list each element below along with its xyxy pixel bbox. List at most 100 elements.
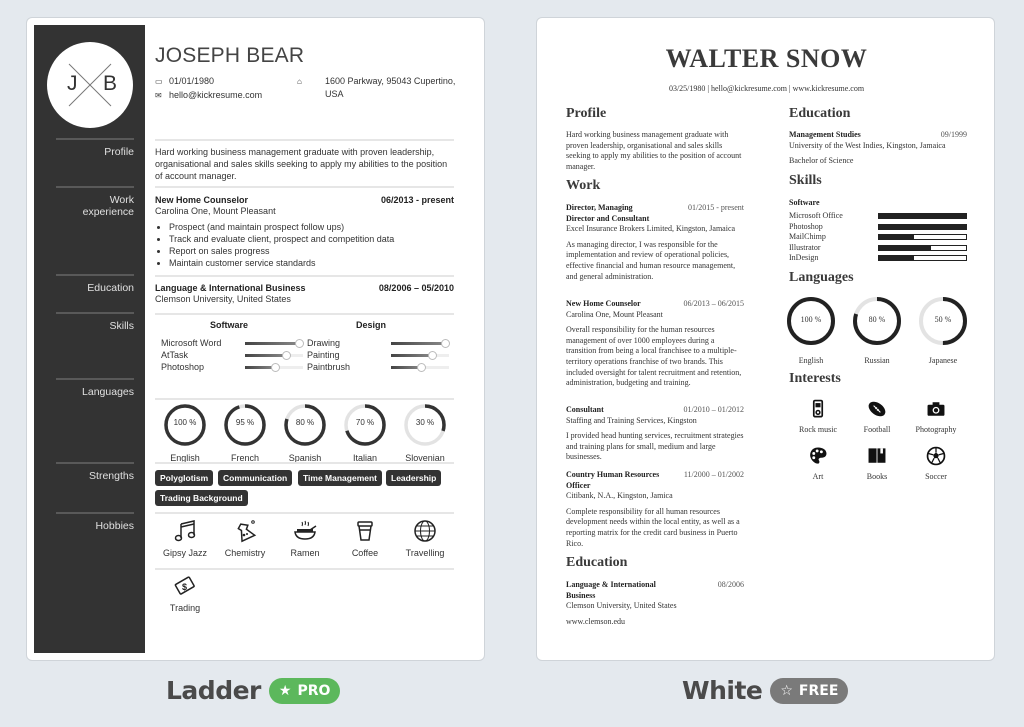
work-entry: New Home Counselor 06/2013 - present Car…: [155, 195, 454, 216]
skill-level-fill: [879, 224, 966, 229]
skill-level-knob: [416, 363, 426, 372]
skill-level-bar: [878, 223, 967, 230]
hobby-item: Gipsy Jazz: [155, 518, 215, 558]
strength-tag: Trading Background: [155, 490, 248, 506]
work-title: Consultant: [566, 405, 604, 414]
template-name: Ladder: [166, 676, 261, 705]
hobby-name: Coffee: [351, 548, 379, 558]
divider: [155, 186, 454, 188]
work-bullet: Maintain customer service standards: [169, 257, 394, 269]
divider: [155, 398, 454, 400]
work-entry: Consultant 01/2010 – 01/2012 Staffing and …: [566, 405, 744, 463]
skill-level-fill: [391, 342, 445, 345]
initial-last: B: [103, 72, 118, 95]
language-percent: 80 %: [295, 418, 315, 427]
skill-name: AtTask: [161, 350, 189, 360]
book-icon: [868, 448, 886, 463]
work-bullets: Prospect (and maintain prospect follow u…: [169, 221, 394, 269]
skill-level-fill: [391, 354, 432, 357]
pro-badge: ★ PRO: [268, 677, 341, 704]
hobby-item: Travelling: [395, 518, 455, 558]
language-item: 95 % French: [223, 403, 267, 463]
hobby-item: Chemistry: [215, 518, 275, 558]
language-item: 30 % Slovenian: [403, 403, 447, 463]
work-title: Director, Managing Director and Consulta…: [566, 203, 650, 223]
soccer-ball-icon: [926, 446, 946, 466]
education-school: University of the West Indies, Kingston,…: [789, 140, 946, 150]
skill-name: Painting: [307, 350, 340, 360]
language-percent: 95 %: [235, 418, 255, 427]
free-badge: ☆ FREE: [770, 677, 849, 704]
language-percent: 30 %: [415, 418, 435, 427]
profile-text: Hard working business management graduat…: [566, 130, 742, 171]
language-percent: 50 %: [934, 315, 952, 324]
camera-icon: [927, 402, 945, 416]
skill-level-knob: [270, 363, 280, 372]
work-company: Carolina One, Mount Pleasant: [155, 206, 276, 216]
hobby-item: Coffee: [335, 518, 395, 558]
template-card-white[interactable]: WALTER SNOW 03/25/1980 | hello@kickresum…: [536, 17, 995, 661]
work-company: Carolina One, Mount Pleasant: [566, 309, 663, 319]
skill-level-bar: [878, 255, 967, 262]
svg-text:$: $: [182, 582, 187, 592]
birthdate: ▭ 01/01/1980: [155, 76, 215, 86]
sidebar-section-languages: Languages: [56, 378, 134, 398]
hobby-name: Chemistry: [224, 548, 266, 558]
star-filled-icon: ★: [278, 682, 292, 699]
skill-level-knob: [441, 339, 450, 348]
education-dates: 08/2006 – 05/2010: [378, 283, 454, 293]
calendar-icon: ▭: [155, 77, 163, 86]
language-percent: 80 %: [868, 315, 886, 324]
caption-ladder[interactable]: Ladder ★ PRO: [166, 676, 341, 705]
language-item: 80 % Spanish: [283, 403, 327, 463]
skill-name: Photoshop: [789, 221, 823, 231]
language-item: 100 % English: [786, 296, 836, 365]
education-entry-left: Language & International Business 08/200…: [566, 580, 744, 627]
education-entry-right: Management Studies 09/1999 University of…: [789, 130, 967, 167]
skills-group-heading: Design: [356, 320, 387, 330]
skill-level-knob: [427, 351, 437, 360]
flask-icon: [237, 520, 257, 543]
skill-level-bar: [878, 213, 967, 219]
resume-name: JOSEPH BEAR: [155, 44, 305, 67]
work-bullet: Prospect (and maintain prospect follow u…: [169, 221, 394, 233]
sidebar-section-strengths: Strengths: [56, 462, 134, 482]
template-name: White: [682, 676, 763, 705]
strength-tag: Communication: [218, 470, 293, 486]
hobby-name: Gipsy Jazz: [162, 548, 207, 558]
work-title: Country Human Resources Officer: [566, 470, 660, 490]
interest-name: Photography: [915, 425, 957, 434]
heading-skills: Skills: [789, 173, 822, 188]
cross-lines-icon: [68, 63, 112, 107]
language-item: 100 % English: [163, 403, 207, 463]
template-card-ladder[interactable]: J B Profile Work experience Education Sk…: [26, 17, 485, 661]
education-school: Clemson University, United States: [566, 601, 677, 611]
skill-level-fill: [879, 235, 914, 240]
language-item: 50 % Japanese: [918, 296, 968, 365]
work-entry: Director, Managing Director and Consulta…: [566, 203, 744, 282]
money-bill-icon: $: [174, 576, 195, 595]
envelope-icon: ✉: [155, 91, 162, 100]
interest-item: Photography: [901, 398, 971, 434]
skill-name: InDesign: [789, 253, 819, 263]
skill-level-fill: [245, 354, 286, 357]
music-player-icon: [812, 399, 824, 418]
heading-education: Education: [566, 555, 628, 570]
caption-white[interactable]: White ☆ FREE: [682, 676, 849, 705]
work-dates: 06/2013 – 06/2015: [683, 299, 744, 308]
strength-tag: Leadership: [386, 470, 442, 486]
language-name: Japanese: [928, 356, 958, 365]
education-url[interactable]: www.clemson.edu: [566, 617, 744, 628]
skill-level-knob: [295, 339, 304, 348]
work-dates: 01/2010 – 01/2012: [683, 405, 744, 414]
skill-name: MailChimp: [789, 232, 826, 242]
coffee-cup-icon: [357, 521, 373, 541]
language-item: 80 % Russian: [852, 296, 902, 365]
avatar: J B: [47, 42, 133, 128]
sidebar-section-profile: Profile: [56, 138, 134, 158]
divider: [155, 568, 454, 570]
language-name: Russian: [864, 356, 890, 365]
sidebar-section-skills: Skills: [56, 312, 134, 332]
language-name: English: [798, 356, 824, 365]
work-title: New Home Counselor: [566, 299, 641, 308]
